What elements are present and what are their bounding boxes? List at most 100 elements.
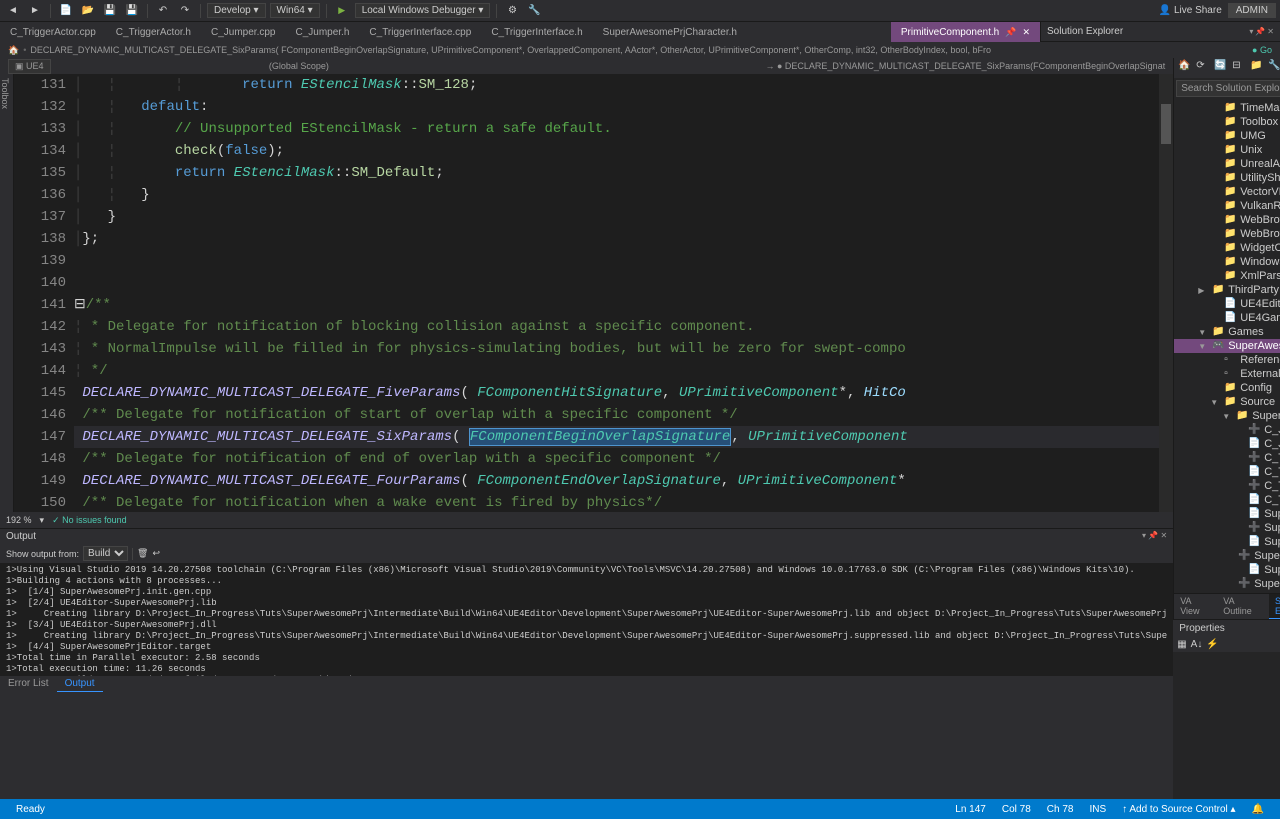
- output-clear-icon[interactable]: 🗑: [137, 548, 148, 559]
- tab-triggeractor-cpp[interactable]: C_TriggerActor.cpp: [0, 22, 106, 42]
- showall-icon[interactable]: 📁: [1250, 60, 1266, 76]
- debugger-dropdown[interactable]: Local Windows Debugger ▾: [355, 3, 491, 18]
- redo-icon[interactable]: ↷: [176, 2, 194, 20]
- tree-item[interactable]: 📁UnrealAudio: [1174, 157, 1280, 171]
- tab-va-outline[interactable]: VA Outline: [1217, 594, 1269, 619]
- tree-item[interactable]: ➕C_Jumper.cpp: [1174, 423, 1280, 437]
- tab-va-view[interactable]: VA View: [1174, 594, 1217, 619]
- issues-status[interactable]: ✓ No issues found: [52, 515, 127, 526]
- tree-item[interactable]: ▼📁Games: [1174, 325, 1280, 339]
- tab-jumper-h[interactable]: C_Jumper.h: [285, 22, 359, 42]
- tree-item[interactable]: 📁WebBrowser: [1174, 213, 1280, 227]
- toolbox-vtab[interactable]: Toolbox: [0, 74, 10, 113]
- tree-item[interactable]: ➕SuperAwesomePrjGameMode.cpp: [1174, 577, 1280, 591]
- tree-item[interactable]: ▫External Dependencies: [1174, 367, 1280, 381]
- save-icon[interactable]: 💾: [101, 2, 119, 20]
- collapse-icon[interactable]: ⊟: [1232, 60, 1248, 76]
- tree-item[interactable]: 📄SuperAwesomePrj.h: [1174, 535, 1280, 549]
- tab-triggerinterface-h[interactable]: C_TriggerInterface.h: [481, 22, 592, 42]
- tree-item[interactable]: 📁VectorVM: [1174, 185, 1280, 199]
- new-file-icon[interactable]: 📄: [57, 2, 75, 20]
- scope-global[interactable]: (Global Scope): [269, 61, 329, 71]
- output-content[interactable]: 1>Using Visual Studio 2019 14.20.27508 t…: [0, 563, 1173, 676]
- solution-search[interactable]: Search Solution Explorer (Ctrl+;) 🔍: [1176, 80, 1280, 97]
- tab-jumper-cpp[interactable]: C_Jumper.cpp: [201, 22, 285, 42]
- solution-tree[interactable]: 📁TimeManagement📁Toolbox📁UMG📁Unix📁UnrealA…: [1174, 99, 1280, 593]
- refresh-icon[interactable]: 🔄: [1214, 60, 1230, 76]
- output-from-select[interactable]: Build: [83, 546, 128, 561]
- breadcrumb-path[interactable]: DECLARE_DYNAMIC_MULTICAST_DELEGATE_SixPa…: [30, 45, 991, 55]
- code-content[interactable]: │ ¦ ¦ return EStencilMask::SM_128; │ ¦ d…: [74, 74, 1173, 512]
- tree-item[interactable]: 📁XmlParser: [1174, 269, 1280, 283]
- tree-item[interactable]: 📁UtilityShaders: [1174, 171, 1280, 185]
- undo-icon[interactable]: ↶: [154, 2, 172, 20]
- tree-item[interactable]: 📁WidgetCarousel: [1174, 241, 1280, 255]
- live-share-button[interactable]: 👤 Live Share: [1159, 5, 1222, 16]
- tree-item[interactable]: 📁Unix: [1174, 143, 1280, 157]
- tree-item[interactable]: ➕SuperAwesomePrj.cpp: [1174, 521, 1280, 535]
- home-icon[interactable]: 🏠: [1178, 60, 1194, 76]
- tree-item[interactable]: ▫References: [1174, 353, 1280, 367]
- tree-item[interactable]: 📁WebBrowserTexture: [1174, 227, 1280, 241]
- props-az-icon[interactable]: A↓: [1191, 639, 1203, 650]
- tree-item[interactable]: 📄C_Jumper.h: [1174, 437, 1280, 451]
- output-wrap-icon[interactable]: ↩: [152, 548, 160, 559]
- tab-primitivecomponent-h[interactable]: PrimitiveComponent.h📌✕: [891, 22, 1040, 42]
- panel-close-icon[interactable]: ✕: [1267, 27, 1274, 36]
- open-icon[interactable]: 📂: [79, 2, 97, 20]
- tree-item[interactable]: ➕C_TriggerInterface.cpp: [1174, 479, 1280, 493]
- tree-item[interactable]: ➕C_TriggerActor.cpp: [1174, 451, 1280, 465]
- code-editor[interactable]: 1311321331341351361371381391401411421431…: [14, 74, 1173, 512]
- tree-item[interactable]: 📁TimeManagement: [1174, 101, 1280, 115]
- tree-item[interactable]: 📁Toolbox: [1174, 115, 1280, 129]
- tab-output[interactable]: Output: [57, 676, 103, 692]
- tree-item[interactable]: 📁UMG: [1174, 129, 1280, 143]
- output-close-icon[interactable]: ✕: [1161, 531, 1168, 540]
- vertical-scrollbar[interactable]: [1159, 74, 1173, 512]
- breadcrumb-go[interactable]: ● Go: [1252, 45, 1272, 55]
- tree-item[interactable]: 📁Windows: [1174, 255, 1280, 269]
- tab-close-icon[interactable]: ✕: [1022, 27, 1030, 38]
- tree-item[interactable]: ▼📁Source: [1174, 395, 1280, 409]
- tree-item[interactable]: 📄SuperAwesomePrj.Build.cs: [1174, 507, 1280, 521]
- notifications-icon[interactable]: 🔔: [1244, 804, 1272, 815]
- tree-item[interactable]: ▼🎮SuperAwesomePrj: [1174, 339, 1280, 353]
- scope-project[interactable]: ▣ UE4: [8, 59, 51, 74]
- tab-error-list[interactable]: Error List: [0, 676, 57, 692]
- panel-pin-icon[interactable]: 📌: [1255, 27, 1265, 36]
- admin-badge[interactable]: ADMIN: [1228, 3, 1276, 18]
- tree-item[interactable]: ➕SuperAwesomePrjCharacter.cpp: [1174, 549, 1280, 563]
- zoom-level[interactable]: 192 %: [6, 515, 32, 525]
- tab-pin-icon[interactable]: 📌: [1005, 27, 1016, 38]
- breadcrumb-home-icon[interactable]: 🏠: [8, 45, 19, 56]
- tab-solution-explorer[interactable]: Solution Explorer: [1269, 594, 1280, 619]
- tree-item[interactable]: ▶📁ThirdParty: [1174, 283, 1280, 297]
- output-dropdown-icon[interactable]: ▾: [1142, 531, 1146, 540]
- save-all-icon[interactable]: 💾: [123, 2, 141, 20]
- tree-item[interactable]: 📄UE4Game.Target.cs: [1174, 311, 1280, 325]
- tree-item[interactable]: 📄C_TriggerActor.h: [1174, 465, 1280, 479]
- props-events-icon[interactable]: ⚡: [1206, 639, 1218, 650]
- tree-item[interactable]: 📄SuperAwesomePrjCharacter.h: [1174, 563, 1280, 577]
- tree-item[interactable]: 📁VulkanRHI: [1174, 199, 1280, 213]
- tab-triggerinterface-cpp[interactable]: C_TriggerInterface.cpp: [359, 22, 481, 42]
- nav-back-icon[interactable]: ◄: [4, 2, 22, 20]
- run-icon[interactable]: ▶: [333, 2, 351, 20]
- props-cat-icon[interactable]: ▦: [1177, 639, 1186, 650]
- tool-icon[interactable]: ⚙: [503, 2, 521, 20]
- sync-icon[interactable]: ⟳: [1196, 60, 1212, 76]
- config-dropdown[interactable]: Develop ▾: [207, 3, 266, 18]
- tree-item[interactable]: 📄C_TriggerInterface.h: [1174, 493, 1280, 507]
- prop-icon[interactable]: 🔧: [1268, 60, 1280, 76]
- nav-fwd-icon[interactable]: ►: [26, 2, 44, 20]
- tab-character-h[interactable]: SuperAwesomePrjCharacter.h: [593, 22, 747, 42]
- scope-function[interactable]: → ● DECLARE_DYNAMIC_MULTICAST_DELEGATE_S…: [765, 61, 1165, 71]
- tree-item[interactable]: ▼📁SuperAwesomePrj: [1174, 409, 1280, 423]
- output-pin-icon[interactable]: 📌: [1148, 531, 1158, 540]
- tool2-icon[interactable]: 🔧: [525, 2, 543, 20]
- source-control-button[interactable]: ↑ Add to Source Control ▴: [1114, 804, 1243, 815]
- tab-triggeractor-h[interactable]: C_TriggerActor.h: [106, 22, 201, 42]
- tree-item[interactable]: 📄UE4Editor.Target.cs: [1174, 297, 1280, 311]
- panel-dropdown-icon[interactable]: ▾: [1249, 27, 1253, 36]
- tree-item[interactable]: 📁Config: [1174, 381, 1280, 395]
